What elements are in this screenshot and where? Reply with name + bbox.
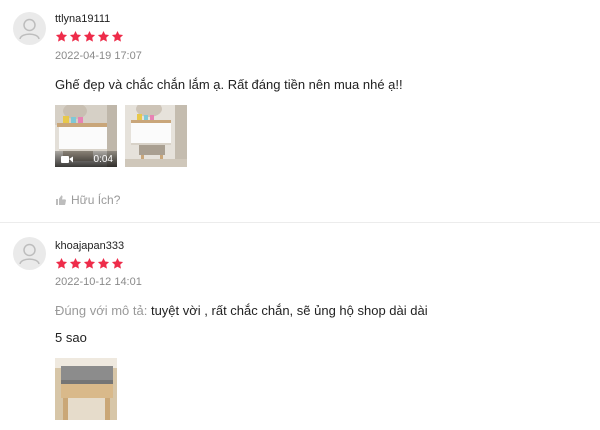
review-item: ttlyna19111 2022-04-19 17:07 Ghế đẹp và …: [0, 0, 600, 222]
avatar[interactable]: [13, 12, 46, 45]
avatar[interactable]: [13, 237, 46, 270]
star-icon: [111, 30, 124, 42]
attribute-label: Đúng với mô tả:: [55, 303, 148, 318]
review-datetime: 2022-10-12 14:01: [55, 276, 142, 288]
star-icon: [69, 257, 82, 269]
review-image-thumbnail[interactable]: [125, 105, 187, 167]
star-icon: [97, 30, 110, 42]
helpful-button[interactable]: Hữu Ích?: [55, 193, 120, 207]
reviewer-username[interactable]: khoajapan333: [55, 240, 124, 252]
review-item: khoajapan333 2022-10-12 14:01 Đúng với m…: [0, 223, 600, 430]
star-icon: [55, 30, 68, 42]
helpful-label: Hữu Ích?: [71, 193, 121, 207]
avatar-placeholder-icon: [19, 18, 40, 40]
review-attribute: Đúng với mô tả: tuyệt vời , rất chắc chắ…: [55, 303, 428, 318]
reviewer-username[interactable]: ttlyna19111: [55, 13, 110, 25]
thumbs-up-icon: [56, 195, 66, 205]
star-icon: [111, 257, 124, 269]
review-comment: 5 sao: [55, 330, 87, 345]
star-icon: [83, 30, 96, 42]
video-overlay-bar: 0:04: [55, 151, 117, 167]
stool-photo: [55, 358, 117, 420]
review-datetime: 2022-04-19 17:07: [55, 50, 142, 62]
vanity-desk-photo: [125, 105, 187, 167]
avatar-placeholder-icon: [19, 243, 40, 265]
video-camera-icon: [61, 155, 73, 163]
review-comment: Ghế đẹp và chắc chắn lắm ạ. Rất đáng tiề…: [55, 77, 403, 92]
rating-stars: [55, 257, 124, 270]
video-duration: 0:04: [93, 153, 113, 165]
star-icon: [83, 257, 96, 269]
star-icon: [97, 257, 110, 269]
review-video-thumbnail[interactable]: 0:04: [55, 105, 117, 167]
attribute-value: tuyệt vời , rất chắc chắn, sẽ ủng hộ sho…: [150, 303, 428, 318]
rating-stars: [55, 30, 124, 43]
star-icon: [69, 30, 82, 42]
review-image-thumbnail[interactable]: [55, 358, 117, 420]
star-icon: [55, 257, 68, 269]
